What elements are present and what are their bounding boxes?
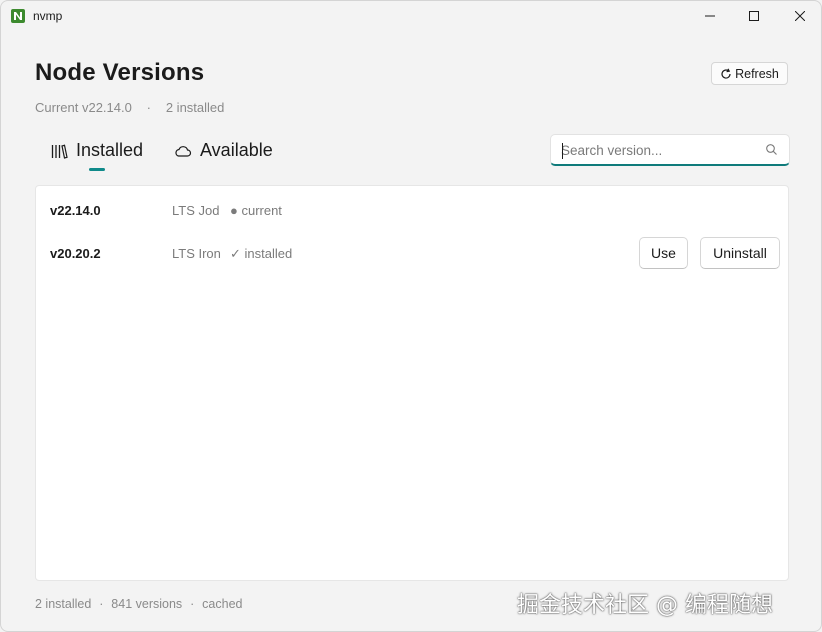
status-badge: ● current <box>230 203 282 218</box>
footer-versions: 841 versions <box>111 597 183 611</box>
search-input[interactable] <box>561 140 756 160</box>
list-item[interactable]: v20.20.2 LTS Iron ✓ installed Use Uninst… <box>36 233 788 273</box>
maximize-button[interactable] <box>731 1 777 31</box>
lts-codename: LTS Iron <box>172 246 221 261</box>
status-badge: ✓ installed <box>230 246 293 261</box>
watermark: 掘金技术社区 @ 编程随想 <box>517 593 773 618</box>
search-icon[interactable] <box>765 143 778 156</box>
tab-available[interactable]: Available <box>174 140 273 161</box>
tab-installed-label: Installed <box>76 140 144 160</box>
active-tab-indicator <box>89 168 105 171</box>
cloud-icon <box>175 145 192 157</box>
version-number: v22.14.0 <box>50 203 101 218</box>
minimize-button[interactable] <box>687 1 733 31</box>
library-icon <box>51 144 68 159</box>
footer-cache-status: cached <box>202 597 243 611</box>
use-button[interactable]: Use <box>639 237 688 269</box>
version-summary: Current v22.14.0 · 2 installed <box>35 100 224 115</box>
refresh-label: Refresh <box>735 66 779 81</box>
title-bar[interactable]: nvmp <box>1 1 821 31</box>
lts-codename: LTS Jod <box>172 203 220 218</box>
close-button[interactable] <box>777 1 821 31</box>
app-logo-icon <box>11 9 25 23</box>
tab-installed[interactable]: Installed <box>50 140 143 161</box>
installed-count-label: 2 installed <box>165 100 225 115</box>
uninstall-button[interactable]: Uninstall <box>700 237 780 269</box>
maximize-icon <box>749 11 759 21</box>
footer-separator: · <box>190 597 195 611</box>
version-number: v20.20.2 <box>50 246 101 261</box>
refresh-icon <box>721 68 731 79</box>
tab-available-label: Available <box>200 140 273 160</box>
app-title: nvmp <box>33 9 63 23</box>
app-window: nvmp Node Versions Refresh Current v22.1… <box>0 0 822 632</box>
footer-separator: · <box>99 597 104 611</box>
search-box[interactable] <box>550 134 790 166</box>
status-bar: 2 installed · 841 versions · cached <box>35 597 242 611</box>
text-caret <box>562 143 563 159</box>
footer-installed: 2 installed <box>35 597 92 611</box>
refresh-button[interactable]: Refresh <box>711 62 788 85</box>
summary-separator: · <box>146 100 152 115</box>
page-title: Node Versions <box>35 59 205 86</box>
list-item[interactable]: v22.14.0 LTS Jod ● current <box>36 190 788 230</box>
close-icon <box>795 11 805 21</box>
current-version-label: Current v22.14.0 <box>35 100 132 115</box>
versions-list: v22.14.0 LTS Jod ● current v20.20.2 LTS … <box>35 185 789 581</box>
minimize-icon <box>705 15 715 17</box>
